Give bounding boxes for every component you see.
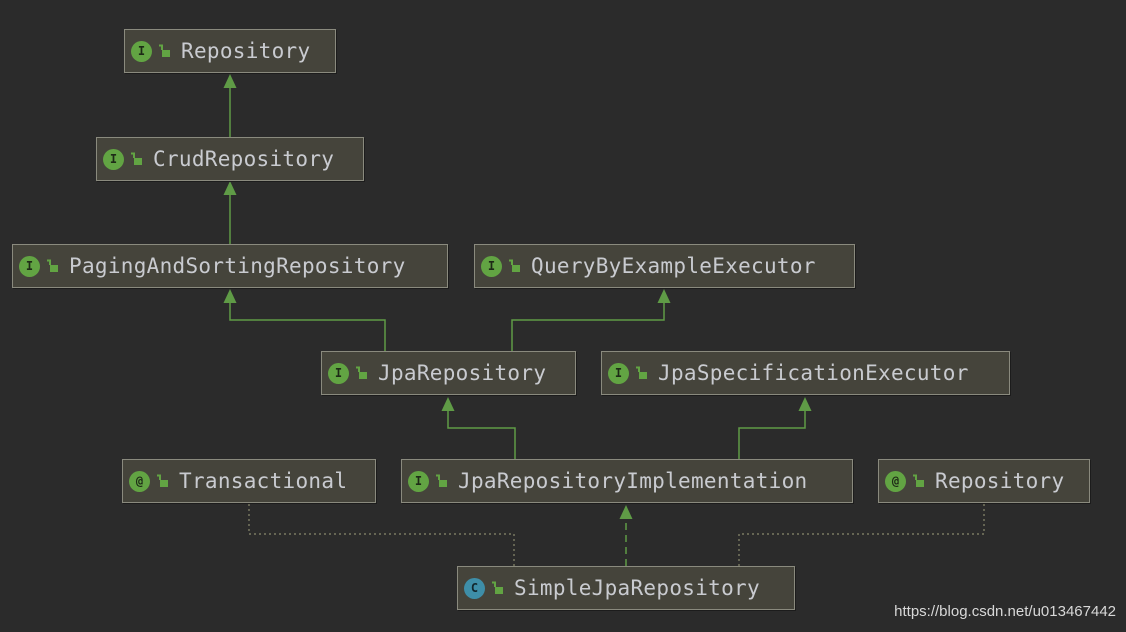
interface-icon: I bbox=[481, 255, 502, 277]
node-label: CrudRepository bbox=[153, 147, 335, 171]
open-lock-icon bbox=[157, 474, 168, 487]
node-label: SimpleJpaRepository bbox=[514, 576, 760, 600]
interface-icon: I bbox=[103, 148, 124, 170]
node-crud-repository[interactable]: I CrudRepository bbox=[96, 137, 364, 181]
interface-icon: I bbox=[328, 362, 349, 384]
node-paging-and-sorting-repository[interactable]: I PagingAndSortingRepository bbox=[12, 244, 448, 288]
open-lock-icon bbox=[131, 152, 142, 165]
interface-icon: I bbox=[408, 470, 429, 492]
node-label: Repository bbox=[935, 469, 1065, 493]
node-label: JpaRepositoryImplementation bbox=[458, 469, 808, 493]
interface-icon: I bbox=[19, 255, 40, 277]
node-jpa-repository-implementation[interactable]: I JpaRepositoryImplementation bbox=[401, 459, 853, 503]
edge-jpa-to-paging bbox=[223, 289, 386, 351]
class-icon: C bbox=[464, 577, 485, 599]
edge-impl-to-spec bbox=[738, 397, 812, 459]
node-jpa-repository[interactable]: I JpaRepository bbox=[321, 351, 576, 395]
edge-simple-implements-impl bbox=[619, 505, 633, 566]
annotation-icon: @ bbox=[885, 470, 906, 492]
open-lock-icon bbox=[436, 474, 447, 487]
node-simple-jpa-repository[interactable]: C SimpleJpaRepository bbox=[457, 566, 795, 610]
edge-paging-to-crud bbox=[223, 181, 237, 244]
node-label: JpaSpecificationExecutor bbox=[658, 361, 969, 385]
open-lock-icon bbox=[356, 366, 367, 379]
open-lock-icon bbox=[47, 259, 58, 272]
edge-impl-to-jpa bbox=[441, 397, 516, 459]
open-lock-icon bbox=[636, 366, 647, 379]
open-lock-icon bbox=[492, 581, 503, 594]
open-lock-icon bbox=[159, 44, 170, 57]
node-label: PagingAndSortingRepository bbox=[69, 254, 406, 278]
node-repository[interactable]: I Repository bbox=[124, 29, 336, 73]
node-label: Transactional bbox=[179, 469, 348, 493]
open-lock-icon bbox=[913, 474, 924, 487]
interface-icon: I bbox=[131, 40, 152, 62]
edge-crud-to-repository bbox=[223, 74, 237, 137]
node-label: QueryByExampleExecutor bbox=[531, 254, 816, 278]
node-query-by-example-executor[interactable]: I QueryByExampleExecutor bbox=[474, 244, 855, 288]
uml-class-diagram: I Repository I CrudRepository I PagingAn… bbox=[0, 0, 1126, 632]
edge-layer bbox=[223, 74, 985, 566]
node-transactional[interactable]: @ Transactional bbox=[122, 459, 376, 503]
node-jpa-specification-executor[interactable]: I JpaSpecificationExecutor bbox=[601, 351, 1010, 395]
watermark: https://blog.csdn.net/u013467442 bbox=[894, 603, 1116, 620]
edge-jpa-to-qbe bbox=[511, 289, 671, 351]
open-lock-icon bbox=[509, 259, 520, 272]
annotation-icon: @ bbox=[129, 470, 150, 492]
edge-simple-annotated-transactional bbox=[248, 503, 515, 566]
node-repository-annotation[interactable]: @ Repository bbox=[878, 459, 1090, 503]
node-label: Repository bbox=[181, 39, 311, 63]
edge-simple-annotated-repository bbox=[738, 503, 985, 566]
node-label: JpaRepository bbox=[378, 361, 547, 385]
interface-icon: I bbox=[608, 362, 629, 384]
